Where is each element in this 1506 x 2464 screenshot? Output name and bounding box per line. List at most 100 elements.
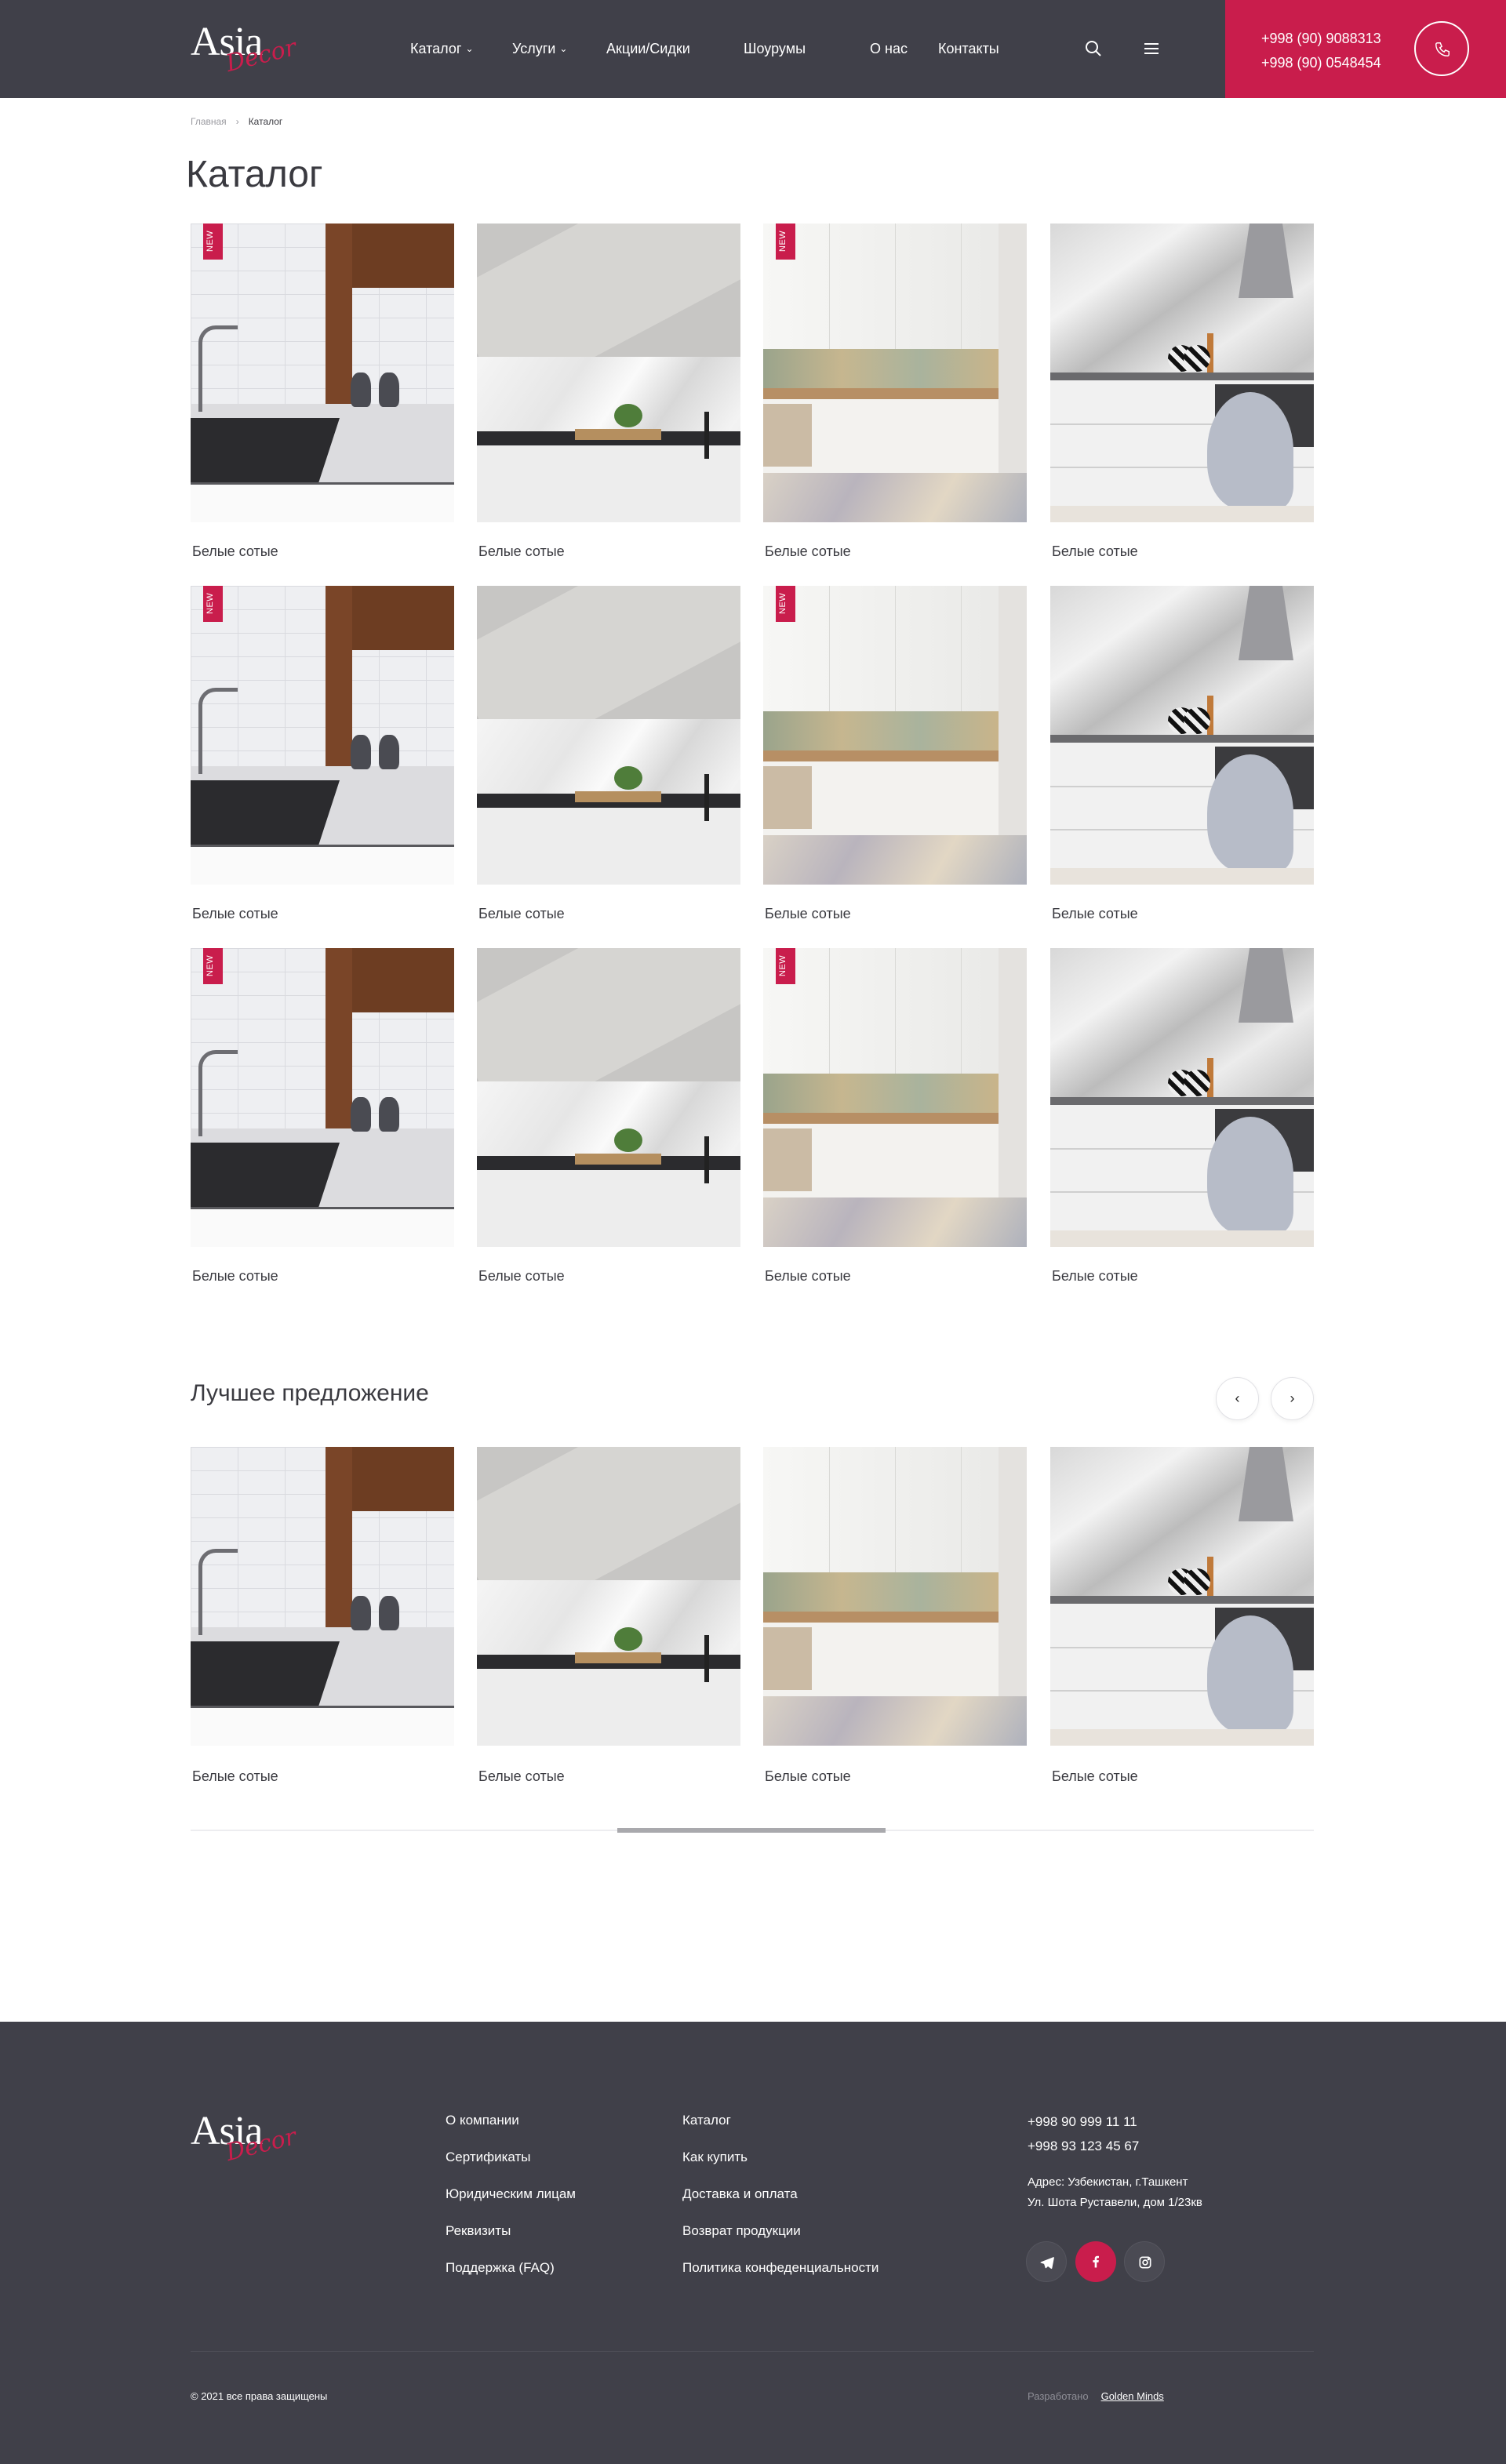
product-card[interactable]: NEW Белые сотые: [191, 224, 454, 559]
product-image[interactable]: [477, 948, 740, 1247]
product-image[interactable]: NEW: [763, 586, 1027, 885]
product-name[interactable]: Белые сотые: [1052, 1768, 1138, 1785]
header-phone-1[interactable]: +998 (90) 9088313: [1261, 27, 1381, 51]
product-card[interactable]: Белые сотые: [1050, 586, 1314, 921]
footer-link-certificates[interactable]: Сертификаты: [446, 2150, 576, 2165]
nav-item-label: Контакты: [938, 41, 999, 56]
nav-item-promotions[interactable]: Акции/Сидки: [606, 41, 690, 57]
header-phone-2[interactable]: +998 (90) 0548454: [1261, 51, 1381, 75]
product-name[interactable]: Белые сотые: [192, 543, 278, 560]
nav-item-contacts[interactable]: Контакты: [938, 41, 999, 57]
product-card[interactable]: NEW Белые сотые: [763, 586, 1027, 921]
product-name[interactable]: Белые сотые: [478, 1268, 565, 1285]
developer-link[interactable]: Golden Minds: [1101, 2390, 1164, 2402]
slider-next-button[interactable]: ›: [1271, 1377, 1314, 1420]
nav-item-showrooms[interactable]: Шоурумы: [744, 41, 806, 57]
product-image[interactable]: NEW: [191, 224, 454, 522]
nav-item-about[interactable]: О нас: [870, 41, 908, 57]
product-card[interactable]: Белые сотые: [1050, 224, 1314, 559]
footer-phone-2[interactable]: +998 93 123 45 67: [1028, 2134, 1202, 2158]
product-image[interactable]: [1050, 586, 1314, 885]
phone-icon: [1435, 42, 1450, 56]
new-badge: NEW: [776, 224, 795, 260]
footer-contacts: +998 90 999 11 11 +998 93 123 45 67 Адре…: [1028, 2110, 1202, 2213]
footer-link-delivery[interactable]: Доставка и оплата: [682, 2186, 878, 2202]
facebook-button[interactable]: [1075, 2241, 1116, 2282]
product-image[interactable]: [477, 586, 740, 885]
product-image[interactable]: [1050, 224, 1314, 522]
product-name[interactable]: Белые сотые: [192, 906, 278, 922]
product-name[interactable]: Белые сотые: [1052, 906, 1138, 922]
product-name[interactable]: Белые сотые: [1052, 1268, 1138, 1285]
product-name[interactable]: Белые сотые: [765, 906, 851, 922]
product-card[interactable]: NEW Белые сотые: [763, 224, 1027, 559]
footer-address: Адрес: Узбекистан, г.Ташкент Ул. Шота Ру…: [1028, 2172, 1202, 2213]
product-image[interactable]: [1050, 948, 1314, 1247]
page-title: Каталог: [186, 154, 323, 195]
nav-item-services[interactable]: Услуги ⌄: [512, 41, 567, 57]
instagram-button[interactable]: [1124, 2241, 1165, 2282]
product-image[interactable]: [191, 1447, 454, 1746]
product-image[interactable]: NEW: [763, 948, 1027, 1247]
footer-link-about[interactable]: О компании: [446, 2113, 576, 2128]
product-card[interactable]: Белые сотые: [1050, 948, 1314, 1284]
product-card[interactable]: Белые сотые: [477, 1447, 740, 1784]
product-image[interactable]: NEW: [763, 224, 1027, 522]
footer-link-requisites[interactable]: Реквизиты: [446, 2223, 576, 2239]
product-card[interactable]: Белые сотые: [477, 586, 740, 921]
product-card[interactable]: NEW Белые сотые: [191, 948, 454, 1284]
product-image[interactable]: [477, 1447, 740, 1746]
product-image[interactable]: NEW: [191, 586, 454, 885]
instagram-icon: [1139, 2256, 1151, 2269]
product-card[interactable]: Белые сотые: [477, 224, 740, 559]
nav-item-catalog[interactable]: Каталог ⌄: [410, 41, 474, 57]
product-name[interactable]: Белые сотые: [1052, 543, 1138, 560]
telegram-button[interactable]: [1026, 2241, 1067, 2282]
footer-link-catalog[interactable]: Каталог: [682, 2113, 878, 2128]
slider-scrollbar[interactable]: [191, 1828, 1314, 1833]
product-card[interactable]: Белые сотые: [191, 1447, 454, 1784]
new-badge: NEW: [203, 224, 223, 260]
footer-address-line-1: Адрес: Узбекистан, г.Ташкент: [1028, 2175, 1188, 2189]
product-name[interactable]: Белые сотые: [192, 1768, 278, 1785]
product-name[interactable]: Белые сотые: [765, 543, 851, 560]
footer-address-line-2: Ул. Шота Руставели, дом 1/23кв: [1028, 2196, 1202, 2209]
product-name[interactable]: Белые сотые: [192, 1268, 278, 1285]
product-name[interactable]: Белые сотые: [478, 1768, 565, 1785]
footer-link-how-to-buy[interactable]: Как купить: [682, 2150, 878, 2165]
product-card[interactable]: NEW Белые сотые: [191, 586, 454, 921]
menu-icon[interactable]: [1142, 39, 1161, 58]
product-image[interactable]: [1050, 1447, 1314, 1746]
product-card[interactable]: Белые сотые: [763, 1447, 1027, 1784]
product-card[interactable]: NEW Белые сотые: [763, 948, 1027, 1284]
search-icon[interactable]: [1084, 39, 1103, 58]
breadcrumb-current: Каталог: [248, 116, 283, 127]
header-phone-box: +998 (90) 9088313 +998 (90) 0548454: [1225, 0, 1506, 98]
new-badge: NEW: [776, 948, 795, 984]
nav-item-label: Акции/Сидки: [606, 41, 690, 56]
footer-link-faq[interactable]: Поддержка (FAQ): [446, 2260, 576, 2276]
footer-divider: [191, 2351, 1314, 2352]
product-name[interactable]: Белые сотые: [765, 1768, 851, 1785]
footer-link-legal-entities[interactable]: Юридическим лицам: [446, 2186, 576, 2202]
footer-link-privacy[interactable]: Политика конфеденциальности: [682, 2260, 878, 2276]
developer-credit: Разработано Golden Minds: [1028, 2390, 1164, 2402]
footer-logo[interactable]: Asia Decor: [191, 2108, 308, 2171]
product-image[interactable]: NEW: [191, 948, 454, 1247]
slider-prev-button[interactable]: ‹: [1216, 1377, 1259, 1420]
nav-item-label: Шоурумы: [744, 41, 806, 56]
product-name[interactable]: Белые сотые: [478, 906, 565, 922]
site-footer: Asia Decor О компании Сертификаты Юридич…: [0, 2022, 1506, 2464]
product-name[interactable]: Белые сотые: [478, 543, 565, 560]
breadcrumb-home[interactable]: Главная: [191, 116, 227, 127]
new-badge: NEW: [776, 586, 795, 622]
product-card[interactable]: Белые сотые: [1050, 1447, 1314, 1784]
product-image[interactable]: [763, 1447, 1027, 1746]
product-image[interactable]: [477, 224, 740, 522]
product-name[interactable]: Белые сотые: [765, 1268, 851, 1285]
footer-phone-1[interactable]: +998 90 999 11 11: [1028, 2110, 1202, 2134]
product-card[interactable]: Белые сотые: [477, 948, 740, 1284]
call-button[interactable]: [1414, 21, 1469, 76]
footer-link-returns[interactable]: Возврат продукции: [682, 2223, 878, 2239]
slider-scrollbar-thumb[interactable]: [617, 1828, 886, 1833]
